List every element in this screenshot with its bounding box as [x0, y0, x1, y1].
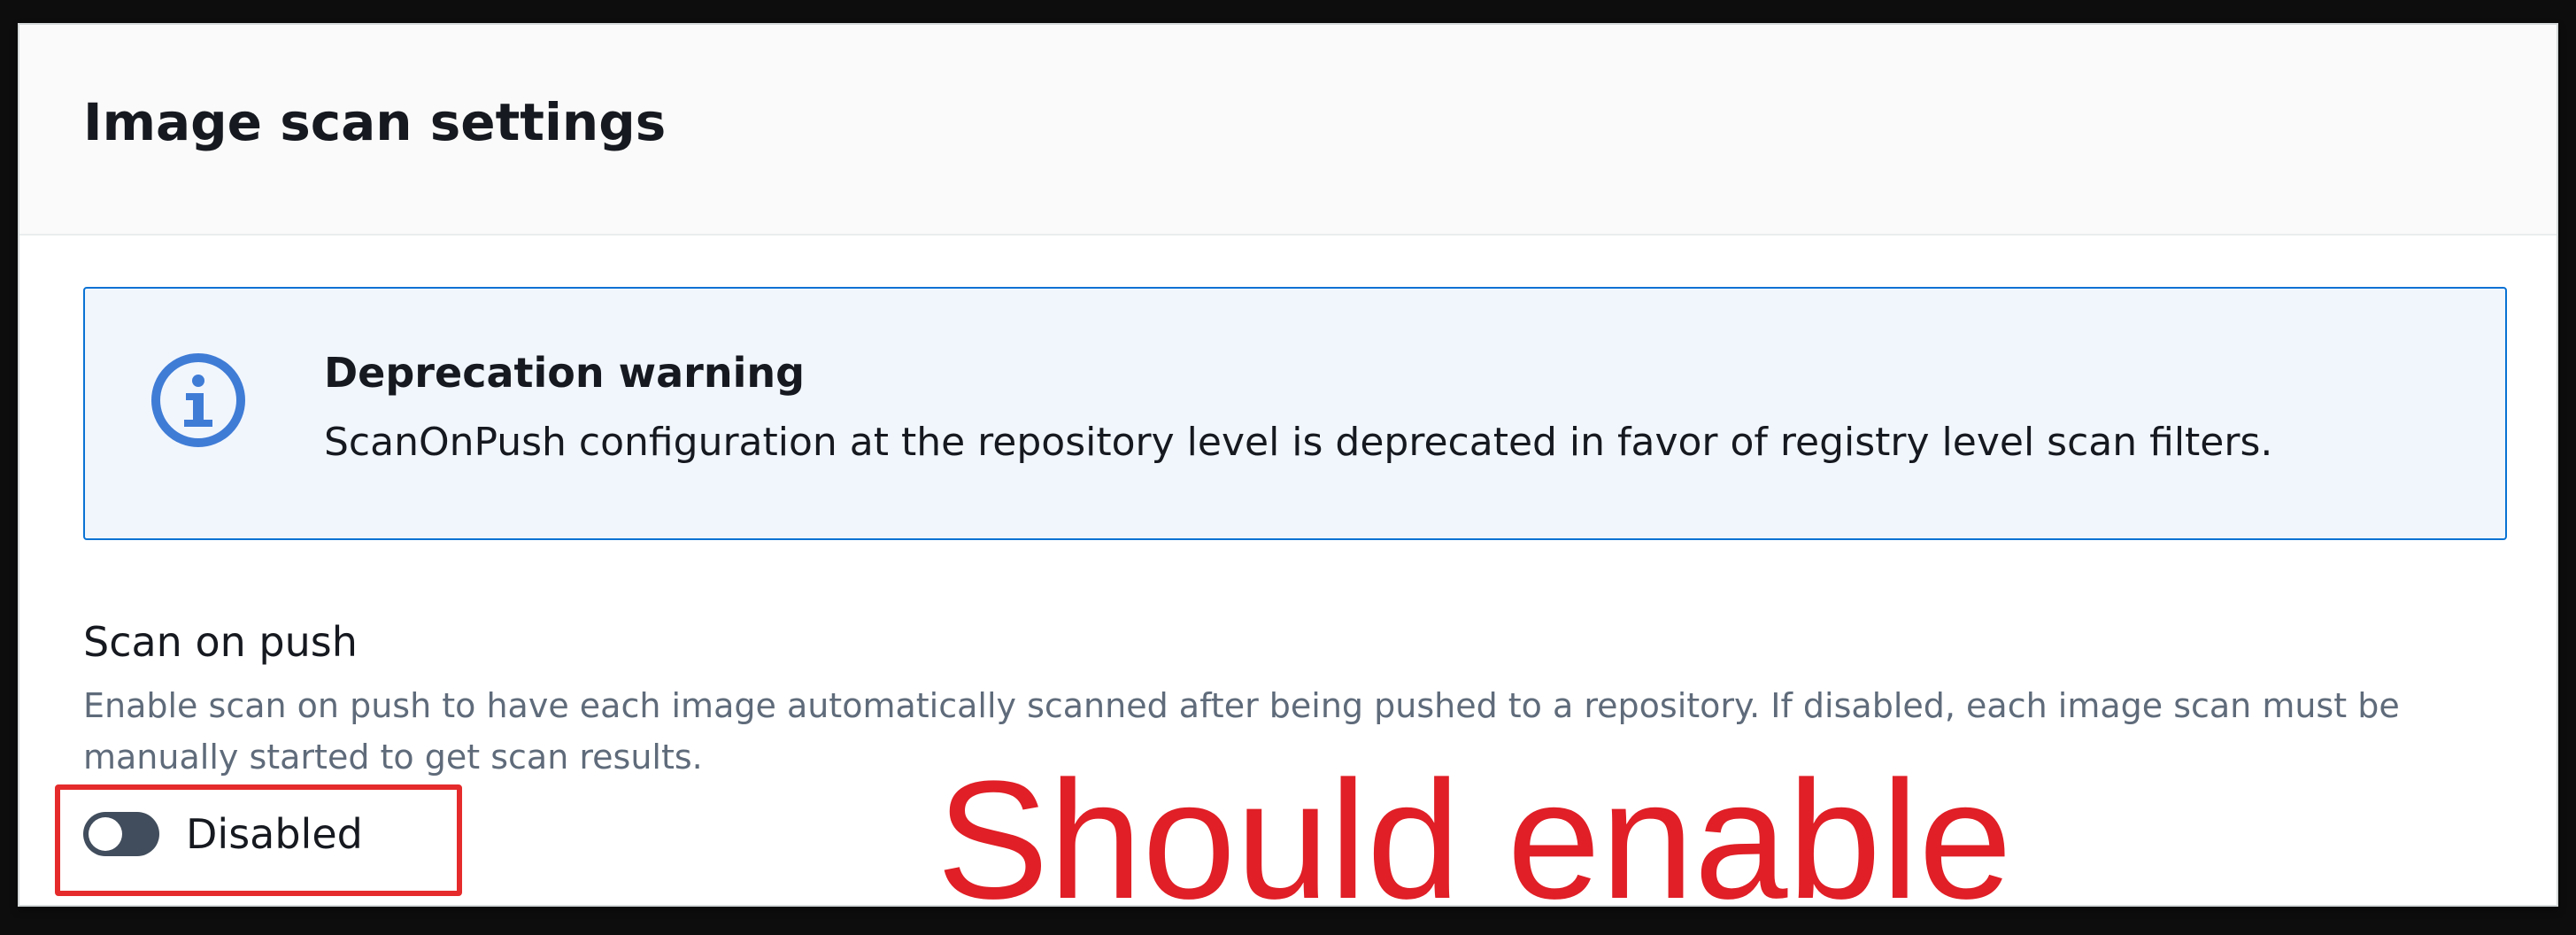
panel-title: Image scan settings — [83, 92, 667, 152]
image-scan-settings-panel: Image scan settings Deprecation warning … — [18, 23, 2558, 907]
screenshot-frame: Image scan settings Deprecation warning … — [0, 0, 2576, 935]
alert-message: ScanOnPush configuration at the reposito… — [324, 420, 2273, 465]
annotation-highlight-box — [55, 784, 462, 896]
deprecation-warning-alert: Deprecation warning ScanOnPush configura… — [83, 287, 2507, 540]
alert-title: Deprecation warning — [324, 349, 806, 397]
scan-on-push-label: Scan on push — [83, 618, 358, 666]
annotation-text: Should enable — [937, 746, 2012, 907]
panel-header: Image scan settings — [19, 25, 2557, 236]
info-icon — [151, 353, 245, 447]
